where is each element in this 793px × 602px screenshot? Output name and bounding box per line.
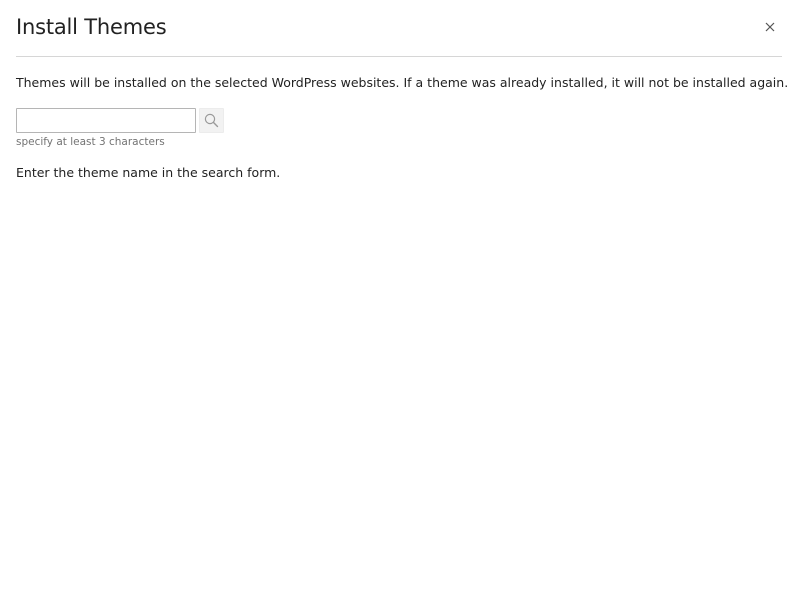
close-icon <box>765 22 775 32</box>
title-divider <box>16 56 782 57</box>
search-button[interactable] <box>199 108 224 133</box>
dialog-title: Install Themes <box>16 15 167 39</box>
search-icon <box>204 113 219 128</box>
install-themes-dialog: Install Themes Themes will be installed … <box>0 0 793 602</box>
search-hint: specify at least 3 characters <box>16 136 165 148</box>
install-description: Themes will be installed on the selected… <box>16 75 789 90</box>
close-button[interactable] <box>760 17 780 37</box>
empty-state-message: Enter the theme name in the search form. <box>16 165 281 180</box>
theme-search-input[interactable] <box>16 108 196 133</box>
